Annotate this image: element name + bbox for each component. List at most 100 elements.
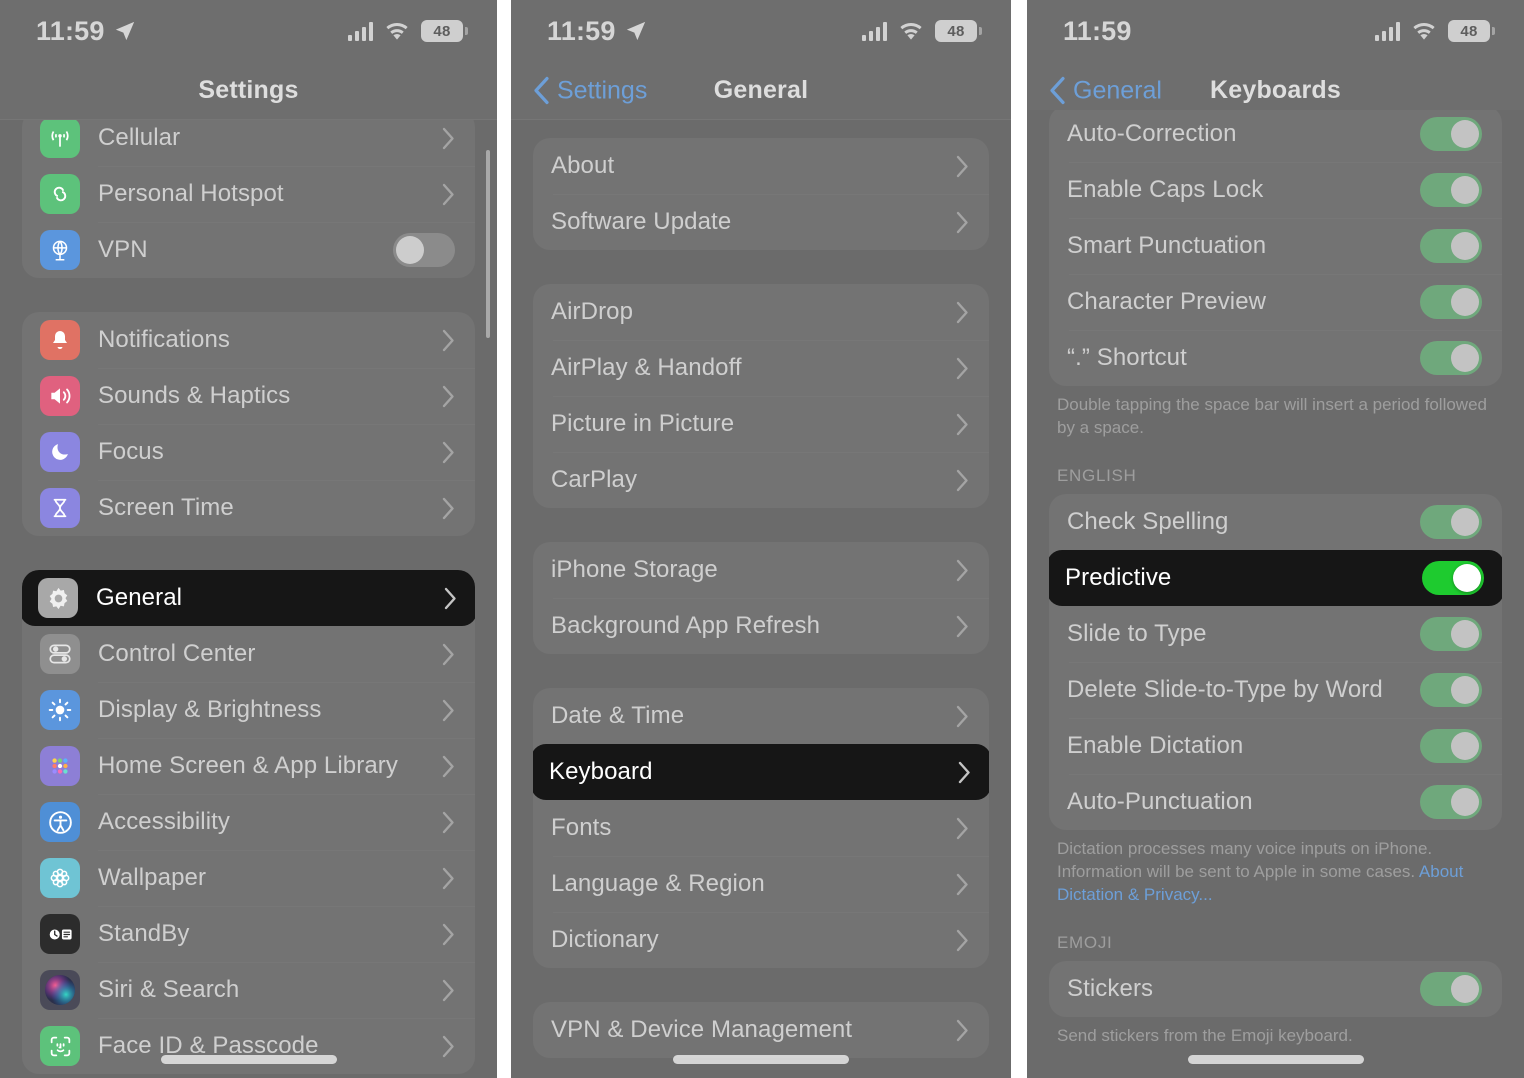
settings-row-selected[interactable]: Predictive <box>1049 549 1502 606</box>
settings-row[interactable]: Language & Region <box>533 856 989 912</box>
toggle-switch-on[interactable] <box>1420 672 1482 707</box>
settings-row[interactable]: Picture in Picture <box>533 396 989 452</box>
toggle-switch-on[interactable] <box>1420 285 1482 319</box>
settings-row[interactable]: Background App Refresh <box>533 598 989 654</box>
wifi-icon <box>386 22 408 40</box>
panel2-nav-bar: Settings General <box>511 62 1011 120</box>
page-title: Keyboards <box>1209 76 1341 104</box>
settings-row[interactable]: iPhone Storage <box>533 542 989 598</box>
settings-row[interactable]: Auto-Correction <box>1049 110 1502 162</box>
settings-row[interactable]: Delete Slide-to-Type by Word <box>1049 662 1502 718</box>
back-button[interactable]: General <box>1049 76 1162 105</box>
settings-group: AirDrop AirPlay & Handoff Picture in Pictu… <box>533 284 989 508</box>
toggle-switch-on[interactable] <box>1420 784 1482 819</box>
settings-row[interactable]: Home Screen & App Library <box>22 738 475 794</box>
settings-row[interactable]: Date & Time <box>533 688 989 744</box>
settings-row-label: Fonts <box>551 814 612 841</box>
settings-row[interactable]: StandBy <box>22 906 475 962</box>
toggle-switch-on[interactable] <box>1420 341 1482 375</box>
back-button[interactable]: Settings <box>533 76 647 105</box>
battery-level-label: 48 <box>947 22 965 40</box>
settings-row[interactable]: About <box>533 138 989 194</box>
settings-row-label: Home Screen & App Library <box>98 752 398 779</box>
toggle-knob <box>1451 288 1479 316</box>
control-center-icon <box>40 634 80 674</box>
toggle-switch-on[interactable] <box>1420 504 1482 539</box>
panel1-status-bar: 11:59 48 <box>0 0 497 62</box>
settings-row[interactable]: Cellular <box>22 120 475 166</box>
battery-icon: 48 <box>421 20 468 42</box>
chevron-right-icon <box>444 587 456 609</box>
toggle-switch-off[interactable] <box>393 233 455 267</box>
panel1-scroll-area[interactable]: Cellular Personal Hotspot VPN Notifications… <box>0 120 497 1078</box>
settings-row-label: VPN & Device Management <box>551 1016 853 1043</box>
chevron-right-icon <box>442 811 454 833</box>
settings-row[interactable]: Enable Dictation <box>1049 718 1502 774</box>
chevron-right-icon <box>956 929 968 951</box>
chevron-right-icon <box>956 469 968 491</box>
panel3-scroll-area[interactable]: Auto-Correction Enable Caps Lock Smart Pun… <box>1027 110 1524 1078</box>
settings-row[interactable]: Siri & Search <box>22 962 475 1018</box>
settings-row[interactable]: Fonts <box>533 800 989 856</box>
chevron-right-icon <box>442 755 454 777</box>
settings-row[interactable]: “.” Shortcut <box>1049 330 1502 386</box>
battery-level-label: 48 <box>433 22 451 40</box>
settings-row[interactable]: AirDrop <box>533 284 989 340</box>
settings-row[interactable]: Character Preview <box>1049 274 1502 330</box>
settings-row[interactable]: Check Spelling <box>1049 494 1502 550</box>
chevron-right-icon <box>956 705 968 727</box>
settings-row[interactable]: Stickers <box>1049 961 1502 1017</box>
settings-row-label: About <box>551 152 615 179</box>
toggle-switch-on[interactable] <box>1420 229 1482 263</box>
settings-row[interactable]: Display & Brightness <box>22 682 475 738</box>
settings-row-selected[interactable]: General <box>22 570 475 626</box>
settings-row-label: Notifications <box>98 326 231 353</box>
location-arrow-icon <box>626 21 645 41</box>
toggle-switch-on[interactable] <box>1420 971 1482 1006</box>
settings-row[interactable]: VPN <box>22 222 475 278</box>
settings-row[interactable]: AirPlay & Handoff <box>533 340 989 396</box>
status-right: 48 <box>348 20 468 42</box>
settings-row[interactable]: Focus <box>22 424 475 480</box>
toggle-switch-on[interactable] <box>1420 117 1482 151</box>
settings-row[interactable]: Slide to Type <box>1049 606 1502 662</box>
clock-label: 11:59 <box>547 15 616 46</box>
settings-row[interactable]: Software Update <box>533 194 989 250</box>
dictation-privacy-link[interactable]: About Dictation & Privacy... <box>1057 862 1463 904</box>
settings-row-selected[interactable]: Keyboard <box>533 744 989 800</box>
chevron-right-icon <box>442 497 454 519</box>
settings-row[interactable]: CarPlay <box>533 452 989 508</box>
settings-group: Auto-Correction Enable Caps Lock Smart Pun… <box>1049 110 1502 386</box>
settings-row[interactable]: Control Center <box>22 626 475 682</box>
settings-row[interactable]: Enable Caps Lock <box>1049 162 1502 218</box>
settings-row[interactable]: Face ID & Passcode <box>22 1018 475 1074</box>
settings-row-label: Personal Hotspot <box>98 180 284 207</box>
toggle-switch-on[interactable] <box>1420 616 1482 651</box>
toggle-switch-on[interactable] <box>1420 173 1482 207</box>
toggle-switch-on[interactable] <box>1422 560 1484 595</box>
settings-group: Date & Time Keyboard Fonts Language & Regio… <box>533 688 989 968</box>
sounds-icon <box>40 376 80 416</box>
chevron-right-icon <box>442 867 454 889</box>
settings-row[interactable]: Smart Punctuation <box>1049 218 1502 274</box>
toggle-knob <box>1451 974 1479 1003</box>
face-id-icon <box>40 1026 80 1066</box>
settings-row-label: VPN <box>98 236 148 263</box>
settings-row-label: Date & Time <box>551 702 685 729</box>
settings-row[interactable]: Accessibility <box>22 794 475 850</box>
settings-row[interactable]: Auto-Punctuation <box>1049 774 1502 830</box>
settings-row[interactable]: VPN & Device Management <box>533 1002 989 1058</box>
settings-row[interactable]: Personal Hotspot <box>22 166 475 222</box>
chevron-right-icon <box>442 127 454 149</box>
panel2-scroll-area[interactable]: About Software Update AirDrop AirPlay & Han… <box>511 120 1011 1078</box>
settings-group-english: Check Spelling Predictive Slide to Type Del… <box>1049 493 1502 830</box>
settings-row[interactable]: Sounds & Haptics <box>22 368 475 424</box>
settings-row[interactable]: Screen Time <box>22 480 475 536</box>
toggle-switch-on[interactable] <box>1420 728 1482 763</box>
settings-row[interactable]: Wallpaper <box>22 850 475 906</box>
settings-row[interactable]: Dictionary <box>533 912 989 968</box>
settings-row-label: “.” Shortcut <box>1067 344 1187 371</box>
back-button-label: Settings <box>557 76 648 104</box>
scroll-indicator[interactable] <box>486 150 490 338</box>
settings-row[interactable]: Notifications <box>22 312 475 368</box>
